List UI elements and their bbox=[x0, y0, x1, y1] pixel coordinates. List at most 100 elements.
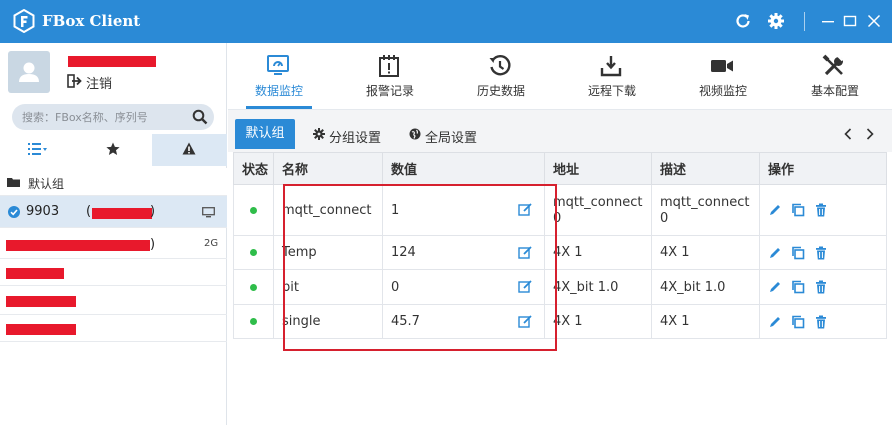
description-cell: 4X 1 bbox=[651, 235, 760, 270]
address-cell: 4X 1 bbox=[544, 304, 652, 339]
edit-value-icon[interactable] bbox=[518, 203, 532, 217]
status-online-dot bbox=[250, 283, 257, 291]
tab-video-monitor[interactable]: 视频监控 bbox=[678, 43, 768, 109]
trash-icon[interactable] bbox=[814, 280, 828, 294]
device-row-9903[interactable]: 9903 ( ) bbox=[0, 196, 227, 228]
actions-cell bbox=[759, 235, 887, 270]
history-icon bbox=[489, 55, 511, 76]
edit-value-icon[interactable] bbox=[518, 314, 532, 329]
data-table: 状态 名称 数值 地址 描述 操作 mqtt_connect 1 mqtt_co… bbox=[233, 152, 887, 339]
tab-default-group[interactable]: 默认组 bbox=[235, 119, 295, 149]
redacted-device-name bbox=[6, 240, 150, 251]
device-alias-open: ( bbox=[86, 204, 92, 219]
value-text: 45.7 bbox=[391, 314, 420, 329]
nav-label: 历史数据 bbox=[476, 84, 525, 98]
value-text: 1 bbox=[391, 202, 400, 218]
table-row[interactable]: bit 0 4X_bit 1.0 4X_bit 1.0 bbox=[233, 269, 887, 305]
tab-favorites[interactable] bbox=[76, 134, 152, 166]
description-cell: 4X_bit 1.0 bbox=[651, 269, 760, 305]
tab-data-monitor[interactable]: 数据监控 bbox=[234, 43, 324, 109]
gear-icon[interactable] bbox=[766, 11, 786, 31]
monitor-icon bbox=[267, 55, 289, 75]
sidebar-tabs bbox=[0, 134, 227, 166]
column-header: 名称 bbox=[273, 152, 383, 185]
chevron-right-icon[interactable] bbox=[865, 128, 875, 140]
search-icon[interactable] bbox=[192, 109, 208, 125]
refresh-icon[interactable] bbox=[733, 11, 753, 31]
tab-device-list[interactable] bbox=[0, 134, 76, 166]
folder-icon bbox=[7, 178, 20, 187]
group-toolbar: 默认组 分组设置 全局设置 bbox=[228, 110, 892, 152]
pencil-icon[interactable] bbox=[768, 246, 782, 260]
fbox-logo-icon bbox=[13, 9, 35, 33]
table-row[interactable]: single 45.7 4X 1 4X 1 bbox=[233, 304, 887, 339]
redacted-device-name bbox=[6, 268, 64, 279]
edit-value-icon[interactable] bbox=[518, 280, 532, 294]
tab-history-data[interactable]: 历史数据 bbox=[456, 43, 546, 109]
status-cell bbox=[233, 184, 274, 236]
globe-icon bbox=[409, 128, 421, 140]
description-line: mqtt_connect bbox=[660, 195, 750, 210]
device-row[interactable] bbox=[0, 259, 227, 286]
description-line: 0 bbox=[660, 211, 669, 226]
name-cell: mqtt_connect bbox=[273, 184, 383, 236]
tab-alerts[interactable] bbox=[152, 134, 227, 166]
device-alias-close: ) bbox=[150, 204, 156, 219]
device-row[interactable]: ) 2G bbox=[0, 229, 227, 259]
pc-icon bbox=[202, 207, 215, 218]
description-cell: mqtt_connect 0 bbox=[651, 184, 760, 236]
tab-basic-config[interactable]: 基本配置 bbox=[790, 43, 880, 109]
app-title: FBox Client bbox=[42, 12, 141, 30]
maximize-icon[interactable] bbox=[840, 11, 860, 31]
logout-icon[interactable] bbox=[67, 74, 83, 88]
close-icon[interactable] bbox=[864, 11, 884, 31]
value-cell: 45.7 bbox=[382, 304, 545, 339]
chevron-left-icon[interactable] bbox=[843, 128, 853, 140]
online-check-icon bbox=[8, 206, 20, 218]
actions-cell bbox=[759, 184, 887, 236]
column-header: 数值 bbox=[382, 152, 545, 185]
device-search bbox=[12, 104, 214, 130]
pencil-icon[interactable] bbox=[768, 280, 782, 294]
list-icon bbox=[28, 143, 47, 155]
global-settings-label: 全局设置 bbox=[425, 131, 478, 146]
user-profile: 注销 bbox=[0, 43, 227, 101]
pencil-icon[interactable] bbox=[768, 315, 782, 329]
description-cell: 4X 1 bbox=[651, 304, 760, 339]
name-cell: single bbox=[273, 304, 383, 339]
table-row[interactable]: Temp 124 4X 1 4X 1 bbox=[233, 235, 887, 270]
table-row[interactable]: mqtt_connect 1 mqtt_connect 0 mqtt_connec… bbox=[233, 184, 887, 236]
user-icon bbox=[19, 62, 39, 82]
nav-label: 远程下载 bbox=[587, 84, 636, 98]
copy-icon[interactable] bbox=[791, 203, 805, 217]
copy-icon[interactable] bbox=[791, 315, 805, 329]
group-row-default[interactable]: 默认组 bbox=[0, 168, 227, 196]
video-icon bbox=[711, 60, 733, 72]
logout-button[interactable]: 注销 bbox=[86, 73, 112, 92]
trash-icon[interactable] bbox=[814, 203, 828, 217]
tools-icon bbox=[822, 54, 844, 76]
actions-cell bbox=[759, 304, 887, 339]
copy-icon[interactable] bbox=[791, 246, 805, 260]
tab-remote-download[interactable]: 远程下载 bbox=[567, 43, 657, 109]
address-line: 0 bbox=[553, 211, 562, 226]
trash-icon[interactable] bbox=[814, 315, 828, 329]
column-header: 地址 bbox=[544, 152, 652, 185]
star-icon bbox=[106, 142, 120, 155]
network-badge: 2G bbox=[204, 238, 219, 249]
alert-icon bbox=[182, 142, 196, 155]
status-cell bbox=[233, 235, 274, 270]
tab-alarm-records[interactable]: 报警记录 bbox=[345, 43, 435, 109]
device-sidebar: 注销 搜索：FBox名称、序列号 默认组 9903 ()) 2G bbox=[0, 43, 227, 425]
gear-icon bbox=[313, 128, 325, 140]
edit-value-icon[interactable] bbox=[518, 245, 532, 260]
copy-icon[interactable] bbox=[791, 280, 805, 294]
device-row[interactable] bbox=[0, 286, 227, 315]
redacted-username bbox=[68, 56, 156, 67]
search-input[interactable] bbox=[22, 104, 187, 130]
top-navigation: 数据监控 报警记录 历史数据 远程下载 视频监控 基本配置 bbox=[228, 43, 892, 110]
minimize-icon[interactable] bbox=[818, 11, 838, 31]
pencil-icon[interactable] bbox=[768, 203, 782, 217]
device-row[interactable] bbox=[0, 315, 227, 342]
trash-icon[interactable] bbox=[814, 246, 828, 260]
